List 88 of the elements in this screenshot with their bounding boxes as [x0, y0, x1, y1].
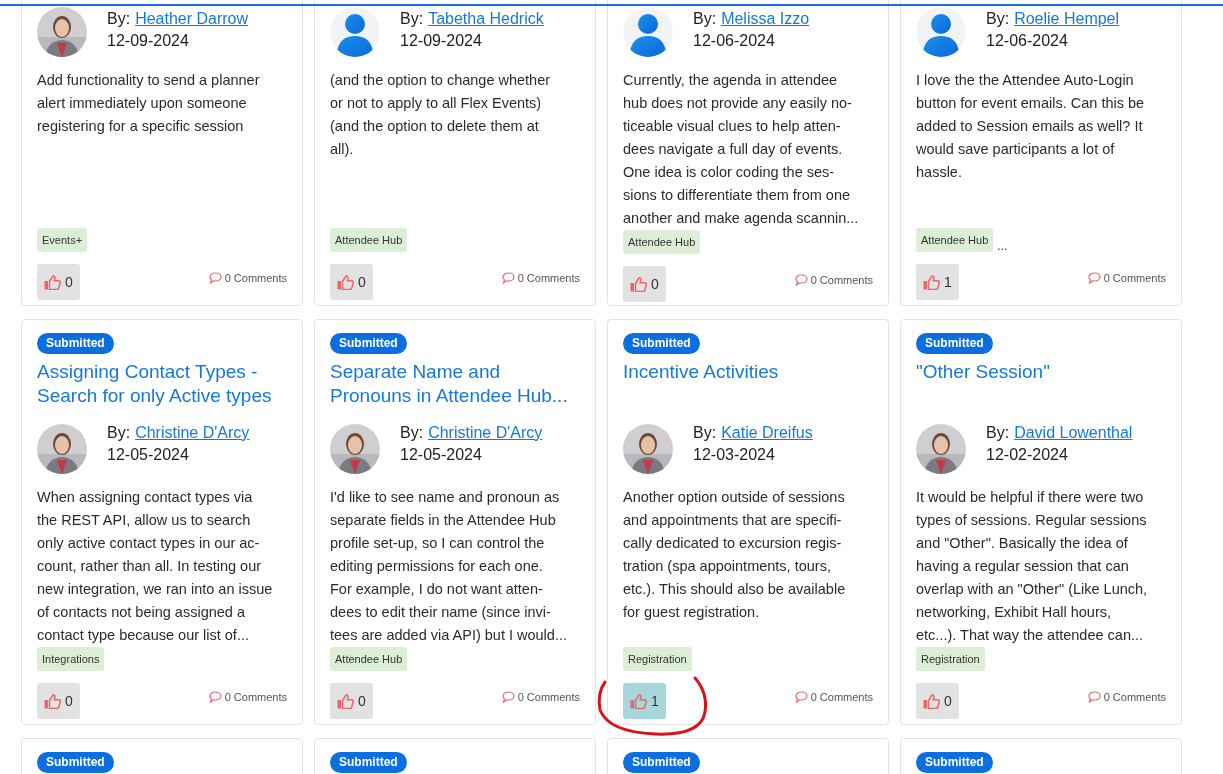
idea-title[interactable]: Assigning Contact Types - Search for only Active types — [37, 360, 287, 408]
thumbs-up-icon — [337, 274, 354, 290]
thumbs-up-icon — [630, 276, 647, 292]
user-icon — [330, 7, 380, 57]
comment-icon — [794, 274, 808, 286]
status-badge: Submitted — [37, 333, 114, 354]
by-label: By: — [400, 9, 424, 29]
by-label: By: — [693, 423, 717, 443]
category-tag[interactable]: Attendee Hub — [916, 228, 994, 252]
thumbs-up-icon — [44, 693, 61, 709]
category-tag[interactable]: Attendee Hub — [330, 228, 408, 252]
upvote-button[interactable]: 1 — [916, 264, 959, 300]
author-link[interactable]: Katie Dreifus — [721, 422, 813, 444]
thumbs-up-icon — [923, 693, 940, 709]
by-label: By: — [986, 9, 1010, 29]
status-badge: Submitted — [330, 333, 407, 354]
category-tag[interactable]: Attendee Hub — [623, 230, 701, 254]
comments-link[interactable]: 0 Comments — [794, 274, 873, 286]
category-tag[interactable]: Registration — [623, 647, 692, 671]
comments-link[interactable]: 0 Comments — [1087, 691, 1166, 703]
by-label: By: — [693, 9, 717, 29]
idea-description: When assigning contact types via the REST API, allow us to search only active contact types in our ac- count, rather than all. In testing our new integration, we ran into an issue of contacts not being assigned a contact type because our list of... — [37, 488, 274, 645]
by-label: By: — [400, 423, 424, 443]
comments-link[interactable]: 0 Comments — [794, 691, 873, 703]
author-link[interactable]: Christine D'Arcy — [428, 422, 543, 444]
post-date: 12-05-2024 — [400, 445, 483, 465]
post-date: 12-09-2024 — [400, 31, 483, 51]
status-badge: Submitted — [623, 333, 700, 354]
upvote-button[interactable]: 0 — [916, 683, 959, 719]
category-tag[interactable]: Attendee Hub — [330, 647, 408, 671]
status-badge: Submitted — [916, 752, 993, 773]
post-date: 12-06-2024 — [986, 31, 1069, 51]
comment-icon — [501, 691, 515, 703]
post-date: 12-06-2024 — [693, 31, 776, 51]
user-icon — [916, 7, 966, 57]
status-badge: Submitted — [916, 333, 993, 354]
by-label: By: — [107, 423, 131, 443]
comment-icon — [1087, 272, 1101, 284]
post-date: 12-03-2024 — [693, 445, 776, 465]
comment-icon — [794, 691, 808, 703]
comment-icon — [1087, 691, 1101, 703]
comments-link[interactable]: 0 Comments — [501, 272, 580, 284]
idea-description: Another option outside of sessions and appointments that are specifi- cally dedicated to excursion regis- tration (spa appointments, tours, etc.). This should also be available for guest registration. — [623, 488, 847, 622]
author-link[interactable]: Heather Darrow — [135, 8, 249, 30]
category-tag[interactable]: Integrations — [37, 647, 105, 671]
more-tags[interactable]: ... — [997, 240, 1008, 252]
thumbs-up-icon — [630, 693, 647, 709]
idea-title[interactable]: Separate Name and Pronouns in Attendee Hub... — [330, 360, 580, 408]
idea-description: Add functionality to send a planner alert immediately upon someone registering for a specific session — [37, 71, 261, 136]
idea-description: I'd like to see name and pronoun as separate fields in the Attendee Hub profile set-up, so I can control the editing permissions for each one. For example, I do not want atten- dees to edit their name (since invi- tees are added via API) but I would... — [330, 488, 568, 645]
post-date: 12-09-2024 — [107, 31, 190, 51]
upvote-button[interactable]: 0 — [330, 683, 373, 719]
thumbs-up-icon — [923, 274, 940, 290]
by-label: By: — [986, 423, 1010, 443]
idea-description: It would be helpful if there were two types of sessions. Regular sessions and "Other". Basically the idea of having a regular session that can overlap with an "Other" (Like Lunch, networking, Exhibit Hall hours, etc...). That way the attendee can... — [916, 488, 1149, 645]
idea-title[interactable]: Incentive Activities — [623, 360, 873, 408]
comment-icon — [501, 272, 515, 284]
upvote-button[interactable]: 1 — [623, 683, 666, 719]
thumbs-up-icon — [337, 693, 354, 709]
idea-description: Currently, the agenda in attendee hub does not provide any easily no- ticeable visual clues to help atten- dees navigate a full day of events. One idea is color coding the ses- sions to differentiate them from one another and make agenda scannin... — [623, 71, 860, 228]
upvote-button[interactable]: 0 — [623, 266, 666, 302]
by-label: By: — [107, 9, 131, 29]
upvote-button[interactable]: 0 — [37, 264, 80, 300]
comments-link[interactable]: 0 Comments — [501, 691, 580, 703]
status-badge: Submitted — [37, 752, 114, 773]
comments-link[interactable]: 0 Comments — [208, 691, 287, 703]
upvote-button[interactable]: 0 — [330, 264, 373, 300]
user-icon — [623, 7, 673, 57]
status-badge: Submitted — [330, 752, 407, 773]
author-link[interactable]: David Lowenthal — [1014, 422, 1133, 444]
idea-description: (and the option to change whether or not to apply to all Flex Events) (and the option to delete them at all). — [330, 71, 552, 159]
idea-title[interactable]: "Other Session" — [916, 360, 1166, 408]
author-link[interactable]: Christine D'Arcy — [135, 422, 250, 444]
author-link[interactable]: Tabetha Hedrick — [428, 8, 544, 30]
idea-description: I love the the Attendee Auto-Login button for event emails. Can this be added to Session emails as well? It would save participants a lot of hassle. — [916, 71, 1146, 182]
post-date: 12-02-2024 — [986, 445, 1069, 465]
status-badge: Submitted — [623, 752, 700, 773]
post-date: 12-05-2024 — [107, 445, 190, 465]
author-link[interactable]: Roelie Hempel — [1014, 8, 1120, 30]
author-link[interactable]: Melissa Izzo — [721, 8, 810, 30]
comment-icon — [208, 272, 222, 284]
thumbs-up-icon — [44, 274, 61, 290]
comments-link[interactable]: 0 Comments — [1087, 272, 1166, 284]
category-tag[interactable]: Events+ — [37, 228, 88, 252]
comments-link[interactable]: 0 Comments — [208, 272, 287, 284]
category-tag[interactable]: Registration — [916, 647, 985, 671]
comment-icon — [208, 691, 222, 703]
upvote-button[interactable]: 0 — [37, 683, 80, 719]
